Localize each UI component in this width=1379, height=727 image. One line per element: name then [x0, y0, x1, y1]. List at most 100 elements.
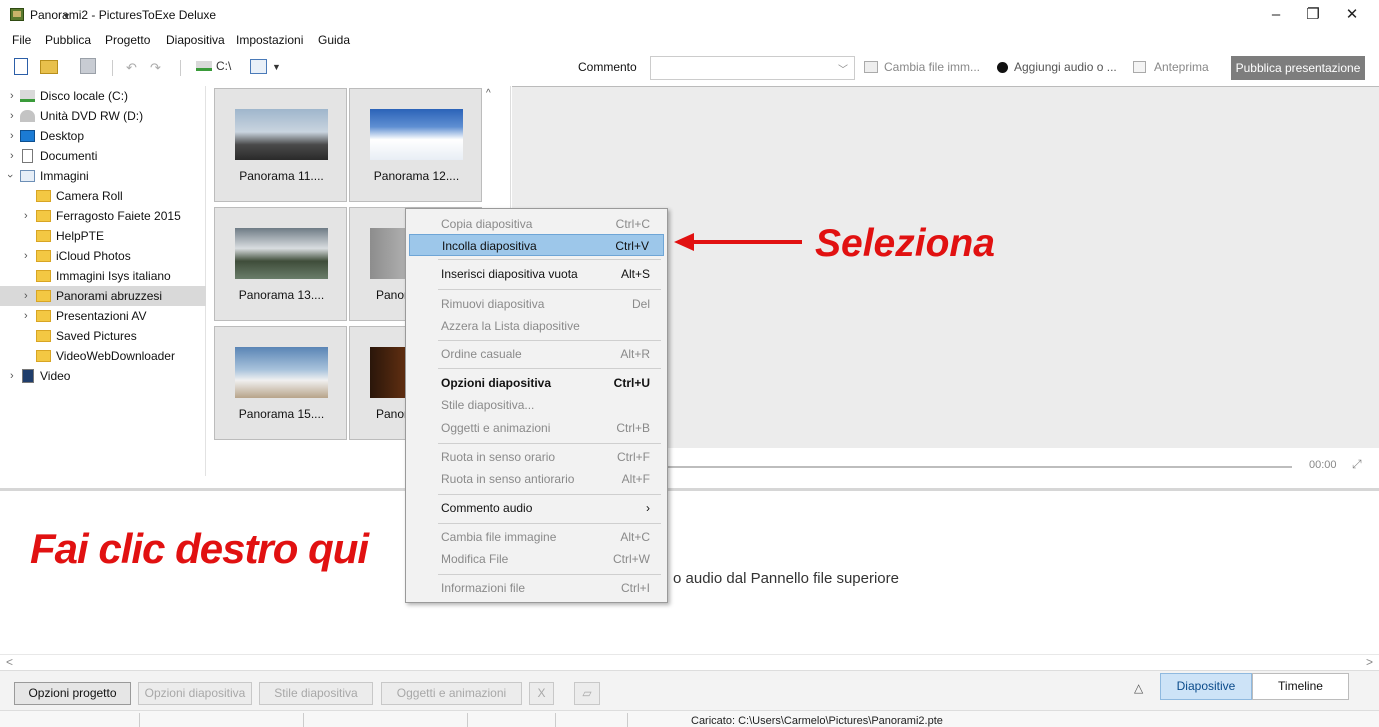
collapse-icon[interactable]: △	[1134, 681, 1143, 695]
preview-button[interactable]: Anteprima	[1154, 60, 1209, 74]
menu-item-change-image[interactable]: Cambia file immagine Alt+C	[409, 526, 664, 548]
slide-options-button[interactable]: Opzioni diapositiva	[138, 682, 252, 705]
thumbnail-image	[370, 109, 463, 160]
menu-item-random-order[interactable]: Ordine casuale Alt+R	[409, 343, 664, 365]
status-separator	[627, 713, 628, 727]
menu-item-objects-animations[interactable]: Oggetti e animazioni Ctrl+B	[409, 417, 664, 439]
timeline-slider[interactable]	[667, 466, 1292, 468]
tree-item-immagini[interactable]: › Immagini	[0, 166, 206, 186]
menu-item-edit-file[interactable]: Modifica File Ctrl+W	[409, 548, 664, 570]
tree-item-videowebdownloader[interactable]: VideoWebDownloader	[0, 346, 206, 366]
open-folder-icon[interactable]	[40, 60, 58, 74]
menu-item-file-info[interactable]: Informazioni file Ctrl+I	[409, 577, 664, 599]
comment-input[interactable]: ﹀	[650, 56, 855, 80]
menu-guida[interactable]: Guida	[318, 33, 350, 47]
context-menu: Copia diapositiva Ctrl+C Incolla diaposit…	[405, 208, 668, 603]
menu-item-slide-style[interactable]: Stile diapositiva...	[409, 394, 664, 416]
undo-icon[interactable]: ↶	[126, 58, 137, 78]
tree-item-desktop[interactable]: › Desktop	[0, 126, 206, 146]
scroll-right-icon[interactable]: >	[1366, 655, 1373, 669]
drive-label[interactable]: C:\	[216, 56, 231, 76]
tree-item-ferragosto[interactable]: › Ferragosto Faiete 2015	[0, 206, 206, 226]
time-label: 00:00	[1309, 459, 1337, 471]
tree-item-label: Desktop	[40, 129, 85, 143]
menu-file[interactable]: File	[12, 33, 31, 47]
chevron-right-icon[interactable]: ›	[10, 366, 14, 386]
chevron-right-icon[interactable]: ›	[24, 246, 28, 266]
status-separator	[303, 713, 304, 727]
chevron-right-icon[interactable]: ›	[10, 86, 14, 106]
menu-progetto[interactable]: Progetto	[105, 33, 150, 47]
tree-item-panorami-abruzzesi[interactable]: › Panorami abruzzesi	[0, 286, 206, 306]
menu-item-slide-options[interactable]: Opzioni diapositiva Ctrl+U	[409, 372, 664, 394]
maximize-button[interactable]: ❐	[1293, 4, 1333, 26]
tree-item-isys[interactable]: Immagini Isys italiano	[0, 266, 206, 286]
thumbnail-label: Panorama 11....	[239, 169, 324, 183]
add-audio-button[interactable]: Aggiungi audio o ...	[1014, 60, 1117, 74]
folder-icon	[36, 190, 51, 202]
chevron-right-icon[interactable]: ›	[10, 146, 14, 166]
chevron-right-icon[interactable]: ›	[24, 206, 28, 226]
menu-item-clear-slide-list[interactable]: Azzera la Lista diapositive	[409, 315, 664, 337]
menu-item-remove-slide[interactable]: Rimuovi diapositiva Del	[409, 293, 664, 315]
view-mode-icon[interactable]	[250, 59, 267, 74]
tree-item-disco-locale[interactable]: › Disco locale (C:)	[0, 86, 206, 106]
drive-icon[interactable]	[196, 61, 212, 71]
chevron-right-icon[interactable]: ›	[24, 306, 28, 326]
menu-item-rotate-ccw[interactable]: Ruota in senso antiorario Alt+F	[409, 468, 664, 490]
note-icon[interactable]: ▱	[574, 682, 600, 705]
tree-item-label: Camera Roll	[56, 189, 123, 203]
redo-icon[interactable]: ↷	[150, 58, 161, 78]
tree-item-helppte[interactable]: HelpPTE	[0, 226, 206, 246]
menu-item-paste-slide[interactable]: Incolla diapositiva Ctrl+V	[409, 234, 664, 256]
tab-slides[interactable]: Diapositive	[1160, 673, 1252, 700]
tab-timeline[interactable]: Timeline	[1252, 673, 1349, 700]
tree-item-saved-pictures[interactable]: Saved Pictures	[0, 326, 206, 346]
objects-animations-button[interactable]: Oggetti e animazioni	[381, 682, 522, 705]
slide-style-button[interactable]: Stile diapositiva	[259, 682, 373, 705]
tree-item-presentazioni[interactable]: › Presentazioni AV	[0, 306, 206, 326]
publish-button[interactable]: Pubblica presentazione	[1231, 56, 1365, 80]
fullscreen-icon[interactable]: ⤢	[1352, 457, 1362, 472]
menu-item-rotate-cw[interactable]: Ruota in senso orario Ctrl+F	[409, 446, 664, 468]
delete-slide-button[interactable]: X	[529, 682, 554, 705]
menu-pubblica[interactable]: Pubblica	[45, 33, 91, 47]
thumbnail[interactable]: Panorama 12....	[349, 88, 482, 202]
close-button[interactable]: ✕	[1332, 4, 1372, 26]
chevron-right-icon[interactable]: ›	[10, 106, 14, 126]
chevron-down-icon[interactable]: ›	[0, 174, 20, 178]
new-project-icon[interactable]	[14, 58, 28, 75]
menu-item-insert-empty-slide[interactable]: Inserisci diapositiva vuota Alt+S	[409, 263, 664, 285]
project-options-button[interactable]: Opzioni progetto	[14, 682, 131, 705]
menu-item-copy-slide[interactable]: Copia diapositiva Ctrl+C	[409, 213, 664, 235]
thumbnail-label: Panorama 12....	[373, 169, 460, 183]
tree-item-video[interactable]: › Video	[0, 366, 206, 386]
menu-impostazioni[interactable]: Impostazioni	[236, 33, 303, 47]
horizontal-scrollbar[interactable]: < >	[0, 654, 1379, 670]
status-bar: Caricato: C:\Users\Carmelo\Pictures\Pano…	[0, 710, 1379, 727]
chevron-right-icon[interactable]: ›	[10, 126, 14, 146]
menu-diapositiva[interactable]: Diapositiva	[166, 33, 225, 47]
open-dropdown-icon[interactable]: ▼	[62, 6, 71, 26]
menu-separator	[438, 523, 661, 524]
save-icon[interactable]	[80, 58, 96, 74]
tree-item-documenti[interactable]: › Documenti	[0, 146, 206, 166]
thumbnail[interactable]: Panorama 11....	[214, 88, 347, 202]
chevron-down-icon[interactable]: ﹀	[838, 61, 848, 76]
thumbnail[interactable]: Panorama 15....	[214, 326, 347, 440]
thumbnail[interactable]: Panorama 13....	[214, 207, 347, 321]
tree-item-camera-roll[interactable]: Camera Roll	[0, 186, 206, 206]
change-image-button[interactable]: Cambia file imm...	[884, 60, 980, 74]
minimize-button[interactable]: –	[1256, 4, 1296, 26]
scroll-up-icon[interactable]: ^	[486, 88, 491, 99]
tree-item-dvd[interactable]: › Unità DVD RW (D:)	[0, 106, 206, 126]
tree-item-icloud[interactable]: › iCloud Photos	[0, 246, 206, 266]
folder-tree: › Disco locale (C:) › Unità DVD RW (D:) …	[0, 86, 206, 476]
view-dropdown-icon[interactable]: ▼	[272, 57, 281, 77]
menu-item-audio-comment[interactable]: Commento audio ›	[409, 497, 664, 519]
scroll-left-icon[interactable]: <	[6, 655, 13, 669]
comment-label: Commento	[578, 60, 637, 74]
chevron-right-icon[interactable]: ›	[24, 286, 28, 306]
folder-icon	[36, 330, 51, 342]
tree-item-label: Saved Pictures	[56, 329, 137, 343]
